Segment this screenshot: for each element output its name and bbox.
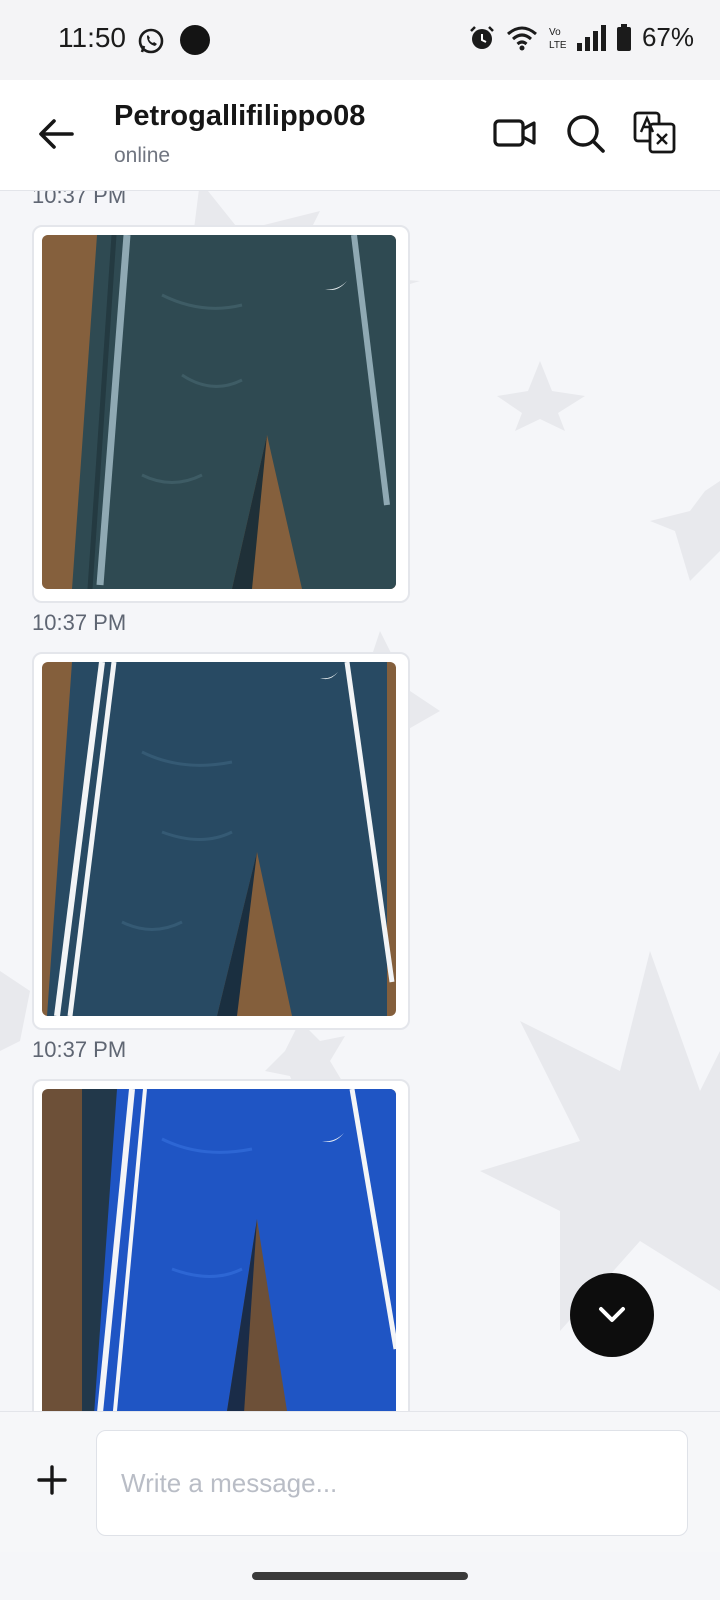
status-bar: 11:50 Vo LTE 67% [0,0,720,80]
back-button[interactable] [36,114,76,154]
navy-track-pants-photo [42,662,396,1016]
message-input[interactable] [96,1430,688,1536]
contact-status: online [114,144,171,167]
battery-icon [616,23,632,52]
battery-percent: 67% [641,22,694,52]
signal-icon [576,24,606,51]
scroll-to-bottom-button[interactable] [570,1273,654,1357]
translate-button[interactable] [632,110,678,156]
status-icons: Vo LTE 67% [468,22,694,53]
chat-header: Petrogallifilippo08 online [0,80,720,191]
chevron-down-icon [599,1307,625,1322]
wifi-icon [506,24,538,52]
video-call-button[interactable] [492,110,538,156]
search-button[interactable] [562,110,608,156]
image-message[interactable] [32,652,410,1030]
chat-messages[interactable]: 10:37 PM 10:37 PM 10:37 PM [0,191,720,1411]
whatsapp-icon [136,26,166,61]
image-message[interactable] [32,1079,410,1411]
message-timestamp: 10:37 PM [32,610,127,635]
message-composer [0,1411,720,1552]
status-time: 11:50 [58,22,126,53]
plus-icon [37,1465,67,1495]
contact-name[interactable]: Petrogallifilippo08 [114,100,365,133]
translate-icon [633,111,676,154]
message-timestamp: 10:37 PM [32,1037,127,1062]
search-icon [567,115,605,153]
blue-track-pants-photo [42,1089,396,1411]
message-timestamp: 10:37 PM [32,191,127,208]
dark-green-track-pants-photo [42,235,396,589]
video-camera-icon [493,119,536,147]
arrow-left-icon [39,119,74,149]
notification-dot-icon [180,25,210,55]
image-message[interactable] [32,225,410,603]
svg-text:LTE: LTE [549,40,566,51]
attach-button[interactable] [36,1464,68,1496]
volte-icon: Vo LTE [548,24,566,52]
alarm-icon [468,24,496,52]
svg-text:Vo: Vo [549,27,561,38]
home-indicator[interactable] [252,1572,468,1580]
